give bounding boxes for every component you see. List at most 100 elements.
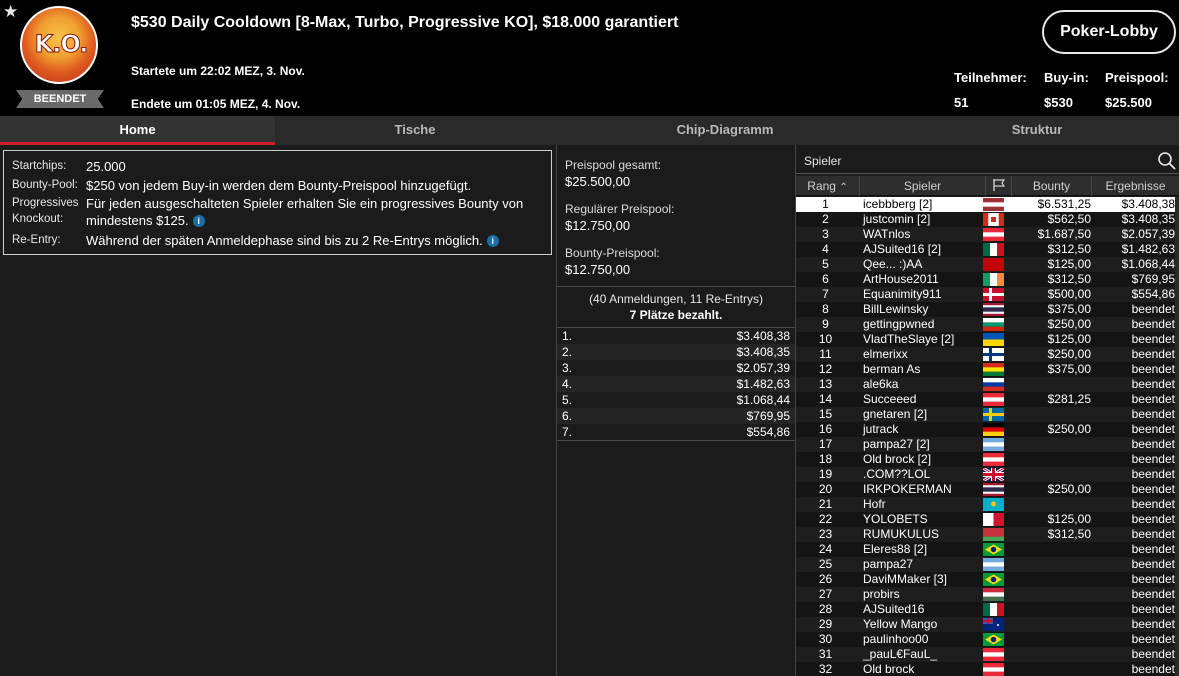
player-row[interactable]: 21 Hofr beendet <box>796 497 1179 512</box>
australia-flag-icon <box>983 618 1004 631</box>
player-bounty <box>1009 377 1095 392</box>
player-row[interactable]: 25 pampa27 beendet <box>796 557 1179 572</box>
player-row[interactable]: 18 Old brock [2] beendet <box>796 452 1179 467</box>
player-flag <box>981 572 1009 587</box>
russia-flag-icon <box>983 378 1004 391</box>
player-row[interactable]: 9 gettingpwned $250,00 beendet <box>796 317 1179 332</box>
player-row[interactable]: 10 VladTheSlaye [2] $125,00 beendet <box>796 332 1179 347</box>
player-result: beendet <box>1131 512 1175 526</box>
player-row[interactable]: 11 elmerixx $250,00 beendet <box>796 347 1179 362</box>
status-badge: BEENDET <box>16 90 104 108</box>
player-flag <box>981 362 1009 377</box>
player-row[interactable]: 4 AJSuited16 [2] $312,50 $1.482,63 <box>796 242 1179 257</box>
player-row[interactable]: 7 Equanimity911 $500,00 $554,86 <box>796 287 1179 302</box>
payout-place: 7. <box>562 425 573 439</box>
player-flag <box>981 302 1009 317</box>
brazil-flag-icon <box>983 573 1004 586</box>
player-row[interactable]: 30 paulinhoo00 beendet <box>796 632 1179 647</box>
tournament-info: Startchips: 25.000 Bounty-Pool: $250 von… <box>3 150 552 255</box>
player-bounty: $1.687,50 <box>1037 227 1091 241</box>
player-row[interactable]: 16 jutrack $250,00 beendet <box>796 422 1179 437</box>
player-result: beendet <box>1131 317 1175 331</box>
player-row[interactable]: 8 BillLewinsky $375,00 beendet <box>796 302 1179 317</box>
info-label: Re-Entry: <box>12 234 61 246</box>
col-result[interactable]: Ergebnisse <box>1092 176 1179 196</box>
poker-lobby-button[interactable]: Poker-Lobby <box>1042 10 1176 54</box>
player-row[interactable]: 28 AJSuited16 beendet <box>796 602 1179 617</box>
player-row[interactable]: 2 justcomin [2] $562,50 $3.408,35 <box>796 212 1179 227</box>
player-row[interactable]: 29 Yellow Mango beendet <box>796 617 1179 632</box>
player-rank: 23 <box>818 527 833 541</box>
player-row[interactable]: 26 DaviMMaker [3] beendet <box>796 572 1179 587</box>
player-row[interactable]: 17 pampa27 [2] beendet <box>796 437 1179 452</box>
player-bounty <box>1009 542 1095 557</box>
stat-value: $25.500 <box>1105 95 1152 110</box>
player-bounty <box>1009 617 1095 632</box>
player-row[interactable]: 12 berman As $375,00 beendet <box>796 362 1179 377</box>
player-name: jutrack <box>863 422 899 436</box>
prizepool-regular-value: $12.750,00 <box>565 218 631 233</box>
player-row[interactable]: 27 probirs beendet <box>796 587 1179 602</box>
player-result: $554,86 <box>1131 287 1175 301</box>
tab-chip-chart[interactable]: Chip-Diagramm <box>555 116 895 145</box>
ko-logo: K.O. BEENDET <box>16 6 104 110</box>
prizepool-panel: Preispool gesamt: $25.500,00 Regulärer P… <box>557 145 795 676</box>
payout-amount: $2.057,39 <box>736 361 790 375</box>
scrollbar[interactable] <box>1175 197 1179 676</box>
col-bounty[interactable]: Bounty <box>1012 176 1092 196</box>
stat-prizepool: Preispool: $25.500 <box>1105 70 1169 110</box>
player-row[interactable]: 31 _pauL€FauL_ beendet <box>796 647 1179 662</box>
player-row[interactable]: 1 icebbberg [2] $6.531,25 $3.408,38 <box>796 197 1179 212</box>
player-bounty: $125,00 <box>1047 512 1091 526</box>
player-bounty <box>1009 572 1095 587</box>
player-flag <box>981 407 1009 422</box>
player-bounty: $125,00 <box>1047 257 1091 271</box>
player-rank: 2 <box>822 212 829 226</box>
player-row[interactable]: 6 ArtHouse2011 $312,50 $769,95 <box>796 272 1179 287</box>
player-bounty: $281,25 <box>1047 392 1091 406</box>
player-bounty <box>1009 437 1095 452</box>
tab-home[interactable]: Home <box>0 116 275 145</box>
player-row[interactable]: 14 Succeeed $281,25 beendet <box>796 392 1179 407</box>
finland-flag-icon <box>983 348 1004 361</box>
col-rank[interactable]: Rang ⌃ <box>796 176 860 196</box>
player-flag <box>981 527 1009 542</box>
player-search-input[interactable]: Spieler <box>796 147 1179 174</box>
player-row[interactable]: 24 Eleres88 [2] beendet <box>796 542 1179 557</box>
player-flag <box>981 662 1009 676</box>
info-icon[interactable]: i <box>486 235 499 247</box>
player-row[interactable]: 15 gnetaren [2] beendet <box>796 407 1179 422</box>
player-row[interactable]: 22 YOLOBETS $125,00 beendet <box>796 512 1179 527</box>
col-flag[interactable] <box>986 176 1012 196</box>
player-result: $769,95 <box>1131 272 1175 286</box>
player-row[interactable]: 5 Qee... :)AA $125,00 $1.068,44 <box>796 257 1179 272</box>
player-flag <box>981 557 1009 572</box>
player-rank: 8 <box>822 302 829 316</box>
player-rank: 25 <box>818 557 833 571</box>
info-icon[interactable]: i <box>192 215 205 227</box>
player-flag <box>981 257 1009 272</box>
player-bounty: $312,50 <box>1047 272 1091 286</box>
player-result: beendet <box>1131 497 1175 511</box>
player-row[interactable]: 32 Old brock beendet <box>796 662 1179 676</box>
tab-structure[interactable]: Struktur <box>895 116 1179 145</box>
search-icon[interactable] <box>1157 151 1177 171</box>
prizepool-regular-label: Regulärer Preispool: <box>565 202 675 216</box>
player-result: beendet <box>1131 377 1175 391</box>
player-row[interactable]: 19 .COM??LOL beendet <box>796 467 1179 482</box>
thailand-flag-icon <box>983 483 1004 496</box>
player-rank: 12 <box>818 362 833 376</box>
player-name: WATnlos <box>863 227 911 241</box>
player-row[interactable]: 20 IRKPOKERMAN $250,00 beendet <box>796 482 1179 497</box>
player-result: $2.057,39 <box>1121 227 1175 241</box>
tab-tables[interactable]: Tische <box>275 116 555 145</box>
player-rank: 3 <box>822 227 829 241</box>
player-name: Succeeed <box>863 392 917 406</box>
player-bounty <box>1009 467 1095 482</box>
info-value: $250 von jedem Buy-in werden dem Bounty-… <box>86 178 472 193</box>
player-row[interactable]: 13 ale6ka beendet <box>796 377 1179 392</box>
player-bounty: $125,00 <box>1047 332 1091 346</box>
player-row[interactable]: 23 RUMUKULUS $312,50 beendet <box>796 527 1179 542</box>
player-row[interactable]: 3 WATnlos $1.687,50 $2.057,39 <box>796 227 1179 242</box>
col-player[interactable]: Spieler <box>860 176 986 196</box>
